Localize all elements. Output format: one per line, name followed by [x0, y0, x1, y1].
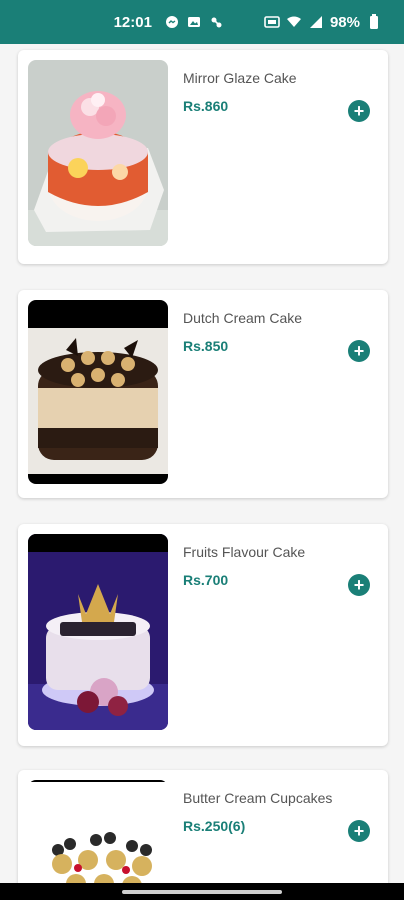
product-card[interactable]: Butter Cream Cupcakes Rs.250(6) +: [18, 770, 388, 883]
image-icon: [186, 14, 202, 30]
wifi-icon: [286, 14, 302, 30]
product-price: Rs.850: [183, 338, 229, 354]
add-to-cart-button[interactable]: +: [348, 100, 370, 122]
product-image[interactable]: [28, 300, 168, 484]
product-image[interactable]: [28, 60, 168, 246]
product-card[interactable]: Dutch Cream Cake Rs.850 +: [18, 290, 388, 498]
battery-percent: 98%: [329, 13, 360, 31]
signal-icon: [308, 14, 324, 30]
product-name: Fruits Flavour Cake: [183, 544, 306, 560]
home-gesture-handle[interactable]: [122, 889, 282, 894]
messenger-icon: [164, 14, 180, 30]
status-time: 12:01: [113, 13, 152, 31]
product-image[interactable]: [28, 780, 168, 883]
product-image[interactable]: [28, 534, 168, 730]
plus-icon: +: [353, 575, 365, 595]
product-price: Rs.860: [183, 98, 229, 114]
plus-icon: +: [353, 101, 365, 121]
product-list[interactable]: Mirror Glaze Cake Rs.860 + Dutch Cream C…: [0, 44, 404, 883]
system-nav-bar: [0, 883, 404, 900]
product-name: Dutch Cream Cake: [183, 310, 303, 326]
product-name: Mirror Glaze Cake: [183, 70, 297, 86]
data-saver-icon: [264, 14, 280, 30]
product-price: Rs.250(6): [183, 818, 246, 834]
plus-icon: +: [353, 821, 365, 841]
product-card[interactable]: Mirror Glaze Cake Rs.860 +: [18, 50, 388, 264]
plus-icon: +: [353, 341, 365, 361]
status-bar: 12:01 98%: [0, 0, 404, 44]
add-to-cart-button[interactable]: +: [348, 574, 370, 596]
add-to-cart-button[interactable]: +: [348, 340, 370, 362]
ribbon-icon: [208, 14, 224, 30]
add-to-cart-button[interactable]: +: [348, 820, 370, 842]
product-card[interactable]: Fruits Flavour Cake Rs.700 +: [18, 524, 388, 746]
battery-icon: [366, 14, 382, 30]
product-price: Rs.700: [183, 572, 229, 588]
product-name: Butter Cream Cupcakes: [183, 790, 333, 806]
